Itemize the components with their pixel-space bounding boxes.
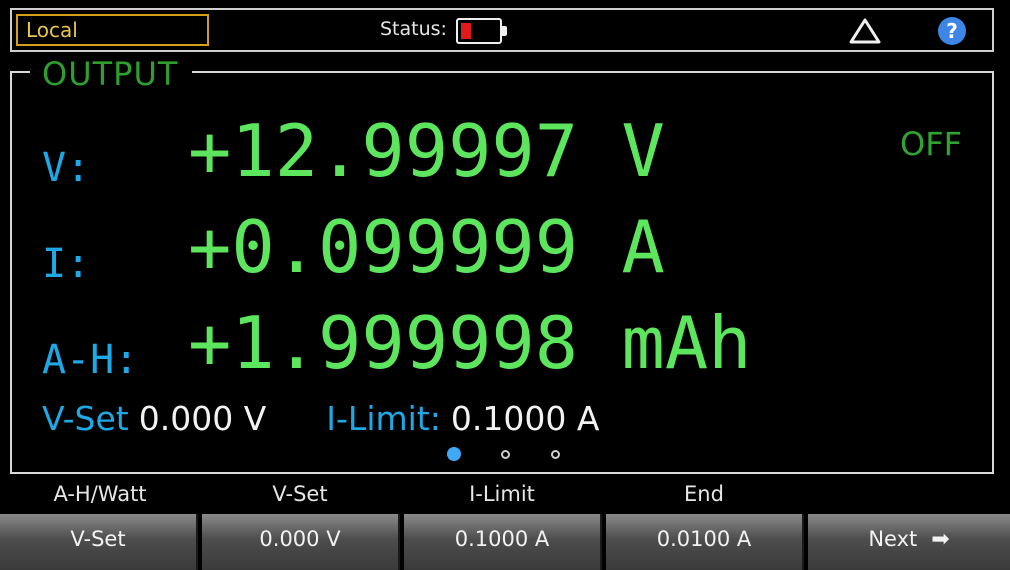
voltage-label: V:: [42, 145, 91, 191]
softkey-ah-watt-button[interactable]: V-Set: [0, 514, 198, 570]
battery-terminal: [502, 26, 507, 36]
softkey-header-vset: V-Set: [272, 482, 328, 506]
status-bar: Local Status: ?: [10, 8, 994, 52]
ilimit-label[interactable]: I-Limit:: [326, 399, 441, 438]
current-label: I:: [42, 241, 91, 287]
vset-value[interactable]: 0.000 V: [139, 399, 267, 438]
mode-indicator[interactable]: Local: [16, 14, 209, 46]
status-label: Status:: [380, 18, 447, 40]
battery-icon[interactable]: [456, 18, 507, 44]
softkey-headers: A-H/Watt V-Set I-Limit End: [0, 478, 1010, 512]
ilimit-value[interactable]: 0.1000 A: [451, 399, 600, 438]
amp-hour-reading: +1.999998 mAh: [188, 301, 752, 385]
page-dot-active[interactable]: [447, 447, 461, 461]
amp-hour-label: A-H:: [42, 337, 139, 383]
voltage-reading: +12.99997 V: [188, 109, 665, 193]
softkey-ilimit-button[interactable]: 0.1000 A: [404, 514, 602, 570]
output-panel: OUTPUT OFF V: +12.99997 V I: +0.099999 A…: [10, 58, 994, 474]
softkey-header-ah-watt: A-H/Watt: [53, 482, 147, 506]
softkey-header-end: End: [684, 482, 724, 506]
next-button[interactable]: Next ➡: [808, 514, 1010, 570]
battery-level-fill: [461, 23, 471, 39]
softkey-vset-button[interactable]: 0.000 V: [202, 514, 400, 570]
softkey-bar: V-Set 0.000 V 0.1000 A 0.0100 A Next ➡: [0, 514, 1010, 570]
panel-title: OUTPUT: [30, 58, 193, 90]
softkey-label: 0.1000 A: [454, 527, 550, 551]
softkey-label: V-Set: [70, 527, 126, 551]
next-label: Next: [868, 527, 918, 551]
softkey-header-ilimit: I-Limit: [469, 482, 535, 506]
vset-label[interactable]: V-Set: [42, 399, 129, 438]
page-dot[interactable]: [501, 450, 510, 459]
setpoint-summary: V-Set 0.000 V I-Limit: 0.1000 A: [42, 399, 599, 438]
page-dot[interactable]: [551, 450, 560, 459]
softkey-label: 0.000 V: [259, 527, 341, 551]
warning-triangle-icon[interactable]: [848, 17, 882, 45]
arrow-right-icon: ➡: [931, 527, 950, 552]
output-state[interactable]: OFF: [900, 125, 962, 163]
current-reading: +0.099999 A: [188, 205, 665, 289]
softkey-end-button[interactable]: 0.0100 A: [606, 514, 804, 570]
softkey-label: 0.0100 A: [656, 527, 752, 551]
help-icon[interactable]: ?: [938, 17, 966, 45]
